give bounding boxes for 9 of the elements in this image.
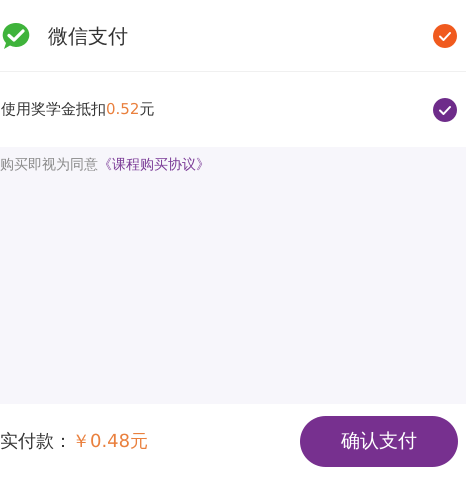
total-label: 实付款： — [0, 430, 72, 454]
checkbox-icon[interactable] — [432, 96, 458, 122]
total-amount: ￥0.48元 — [72, 430, 148, 454]
checkbox-icon[interactable] — [432, 22, 458, 48]
agreement-link[interactable]: 《课程购买协议》 — [98, 157, 210, 173]
scholarship-label: 使用奖学金抵扣0.52元 — [1, 99, 154, 120]
agreement-text: 购买即视为同意 — [0, 157, 98, 173]
confirm-pay-button[interactable]: 确认支付 — [300, 416, 458, 466]
payment-method-label: 微信支付 — [48, 22, 128, 50]
